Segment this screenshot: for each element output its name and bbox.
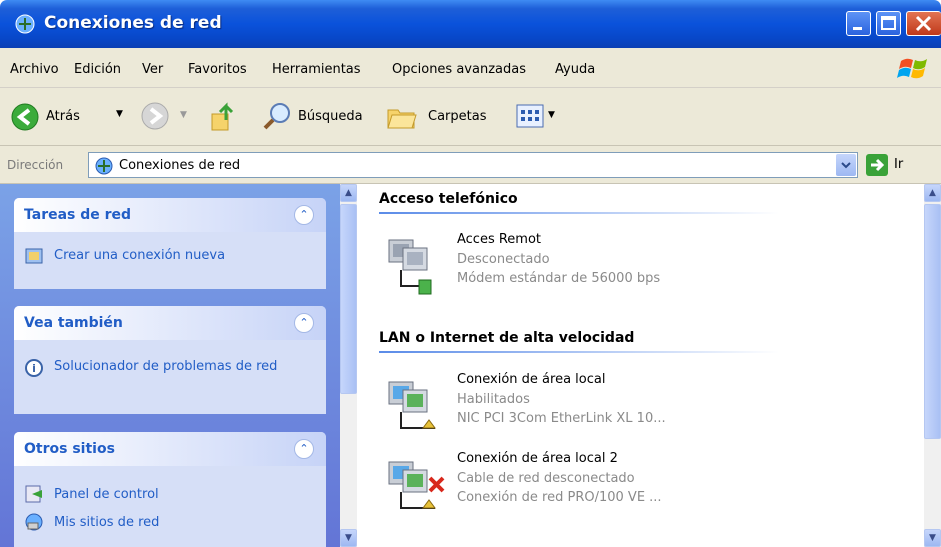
title-bar[interactable]: Conexiones de red [0, 0, 941, 48]
connection-item[interactable]: Acces Remot Desconectado Módem estándar … [379, 230, 759, 302]
task-link[interactable]: Panel de control [54, 487, 159, 502]
forward-arrow-icon[interactable] [140, 101, 170, 131]
scroll-down-icon[interactable]: ▼ [340, 529, 357, 547]
network-connections-icon [95, 157, 113, 175]
connection-status: Cable de red desconectado [457, 471, 635, 486]
forward-dropdown-icon[interactable]: ▼ [180, 110, 187, 120]
group-header: Acceso telefónico [379, 191, 518, 207]
back-arrow-icon [11, 103, 39, 131]
menu-ayuda[interactable]: Ayuda [555, 62, 595, 77]
connection-status: Desconectado [457, 252, 550, 267]
network-connections-icon [15, 14, 35, 34]
menu-opciones-avanzadas[interactable]: Opciones avanzadas [392, 62, 526, 77]
address-label: Dirección [7, 158, 64, 172]
collapse-icon[interactable]: ⌃ [294, 439, 314, 459]
group-divider [379, 351, 779, 353]
group-header: LAN o Internet de alta velocidad [379, 330, 635, 346]
address-input[interactable]: Conexiones de red [88, 152, 858, 178]
scroll-thumb[interactable] [340, 204, 357, 394]
folders-icon[interactable] [386, 102, 418, 130]
menu-ver[interactable]: Ver [142, 62, 163, 77]
control-panel-icon [25, 485, 42, 503]
back-label: Atrás [46, 109, 80, 124]
menu-edicion[interactable]: Edición [74, 62, 121, 77]
connection-device: NIC PCI 3Com EtherLink XL 10... [457, 411, 666, 426]
minimize-button[interactable] [846, 11, 871, 36]
scroll-up-icon[interactable]: ▲ [924, 184, 941, 202]
maximize-button[interactable] [876, 11, 901, 36]
collapse-icon[interactable]: ⌃ [294, 205, 314, 225]
task-link[interactable]: Solucionador de problemas de red [54, 358, 304, 375]
connection-name: Conexión de área local [457, 372, 606, 387]
connection-status: Habilitados [457, 392, 530, 407]
panel-title: Vea también [24, 315, 123, 331]
menu-archivo[interactable]: Archivo [10, 62, 59, 77]
svg-text:i: i [32, 362, 36, 375]
connection-item[interactable]: Conexión de área local Habilitados NIC P… [379, 372, 759, 444]
task-pane-scrollbar[interactable]: ▲ ▼ [340, 184, 357, 547]
address-bar: Dirección Conexiones de red Ir [0, 146, 941, 184]
windows-logo-icon [897, 58, 927, 79]
maximize-icon [881, 16, 896, 30]
help-icon: i [25, 359, 43, 377]
menu-favoritos[interactable]: Favoritos [188, 62, 247, 77]
chevron-down-icon [841, 162, 851, 169]
panel-header[interactable]: Vea también ⌃ [14, 306, 326, 340]
address-value: Conexiones de red [119, 158, 241, 173]
content-scrollbar[interactable]: ▲ ▼ [924, 184, 941, 547]
close-button[interactable] [906, 11, 941, 36]
network-places-icon [25, 513, 43, 531]
panel-title: Otros sitios [24, 441, 115, 457]
connection-name: Conexión de área local 2 [457, 451, 618, 466]
lan-disconnected-icon [388, 461, 445, 509]
new-connection-icon [25, 248, 43, 264]
back-button[interactable]: Atrás ▼ [6, 98, 132, 136]
panel-vea-tambien: Vea también ⌃ i Solucionador de problema… [14, 306, 326, 414]
scroll-up-icon[interactable]: ▲ [340, 184, 357, 202]
up-folder-icon[interactable] [208, 100, 238, 132]
panel-otros-sitios: Otros sitios ⌃ Panel de control Mis siti… [14, 432, 326, 547]
address-dropdown-button[interactable] [836, 154, 856, 176]
lan-connection-icon [388, 381, 436, 429]
search-icon[interactable] [262, 101, 292, 131]
task-link[interactable]: Mis sitios de red [54, 515, 159, 530]
search-label[interactable]: Búsqueda [298, 109, 363, 124]
panel-title: Tareas de red [24, 207, 132, 223]
task-link[interactable]: Crear una conexión nueva [54, 248, 225, 263]
collapse-icon[interactable]: ⌃ [294, 313, 314, 333]
scroll-thumb[interactable] [924, 204, 941, 439]
connection-device: Conexión de red PRO/100 VE ... [457, 490, 662, 505]
task-pane: Tareas de red ⌃ Crear una conexión nueva… [0, 184, 340, 547]
dialup-connection-icon [388, 239, 432, 295]
panel-header[interactable]: Otros sitios ⌃ [14, 432, 326, 466]
group-divider [379, 212, 779, 214]
menu-bar: Archivo Edición Ver Favoritos Herramient… [0, 48, 941, 88]
views-icon [516, 104, 544, 128]
panel-tareas-de-red: Tareas de red ⌃ Crear una conexión nueva [14, 198, 326, 289]
toolbar: Atrás ▼ ▼ Búsqueda Carpetas ▼ [0, 88, 941, 146]
scroll-down-icon[interactable]: ▼ [924, 529, 941, 547]
connections-view: Acceso telefónico Acces Remot Desconecta… [357, 184, 924, 547]
connection-device: Módem estándar de 56000 bps [457, 271, 661, 286]
window-title: Conexiones de red [44, 13, 222, 33]
go-button[interactable] [866, 154, 888, 176]
go-arrow-icon [871, 158, 885, 172]
close-icon [915, 15, 932, 32]
views-dropdown-icon: ▼ [548, 110, 555, 120]
connection-name: Acces Remot [457, 232, 542, 247]
go-label[interactable]: Ir [894, 157, 903, 172]
back-dropdown-icon[interactable]: ▼ [116, 109, 123, 119]
panel-header[interactable]: Tareas de red ⌃ [14, 198, 326, 232]
views-button[interactable]: ▼ [516, 104, 562, 130]
minimize-icon [853, 27, 862, 30]
menu-herramientas[interactable]: Herramientas [272, 62, 361, 77]
folders-label[interactable]: Carpetas [428, 109, 486, 124]
connection-item[interactable]: Conexión de área local 2 Cable de red de… [379, 451, 759, 524]
